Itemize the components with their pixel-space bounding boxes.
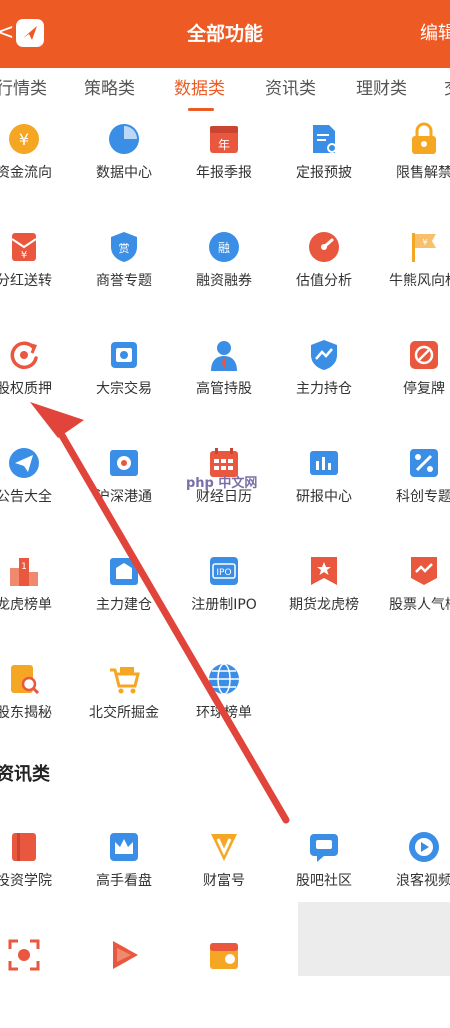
arrow-shaft [56,428,290,824]
arrow-head [30,402,84,438]
annotation-arrow [30,402,290,824]
